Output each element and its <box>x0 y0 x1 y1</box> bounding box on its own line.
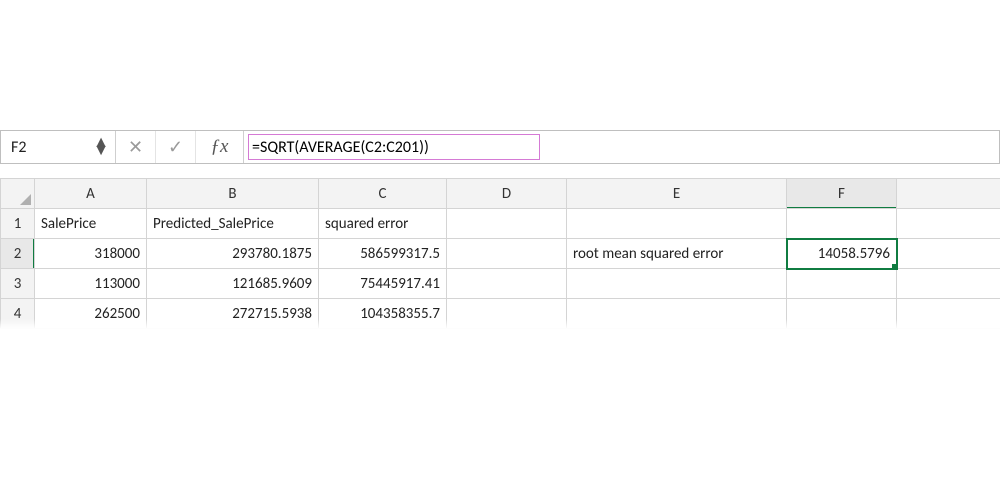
name-box-value: F2 <box>11 138 26 157</box>
name-box[interactable]: F2 ▲ ▼ <box>1 131 116 163</box>
cancel-formula-button[interactable]: ✕ <box>116 131 156 163</box>
col-header-F[interactable]: F <box>787 179 897 209</box>
cell-C2[interactable]: 586599317.5 <box>319 239 447 269</box>
name-box-spinner[interactable]: ▲ ▼ <box>93 139 109 155</box>
fx-icon: ƒx <box>211 136 229 158</box>
formula-bar: F2 ▲ ▼ ✕ ✓ ƒx <box>0 130 1000 164</box>
cell-G3[interactable] <box>897 269 1000 299</box>
table-row: 1 SalePrice Predicted_SalePrice squared … <box>1 209 1000 239</box>
cell-F1[interactable] <box>787 209 897 239</box>
col-header-G[interactable] <box>897 179 1000 209</box>
cell-E4[interactable] <box>567 299 787 329</box>
close-icon: ✕ <box>128 136 143 158</box>
cell-D1[interactable] <box>447 209 567 239</box>
cell-C4[interactable]: 104358355.7 <box>319 299 447 329</box>
cell-D4[interactable] <box>447 299 567 329</box>
spreadsheet-grid[interactable]: A B C D E F 1 SalePrice Predicted_SalePr… <box>0 178 1000 329</box>
col-header-C[interactable]: C <box>319 179 447 209</box>
row-header-1[interactable]: 1 <box>1 209 35 239</box>
spinner-down-icon[interactable]: ▼ <box>93 147 109 155</box>
table-row: 2 318000 293780.1875 586599317.5 root me… <box>1 239 1000 269</box>
row-header-3[interactable]: 3 <box>1 269 35 299</box>
select-all-corner[interactable] <box>1 179 35 209</box>
formula-input[interactable] <box>252 138 999 157</box>
cell-A1[interactable]: SalePrice <box>35 209 147 239</box>
accept-formula-button[interactable]: ✓ <box>156 131 196 163</box>
table-row: 3 113000 121685.9609 75445917.41 <box>1 269 1000 299</box>
cell-C1[interactable]: squared error <box>319 209 447 239</box>
insert-function-button[interactable]: ƒx <box>196 131 244 163</box>
cell-D3[interactable] <box>447 269 567 299</box>
cell-F4[interactable] <box>787 299 897 329</box>
table-row: 4 262500 272715.5938 104358355.7 <box>1 299 1000 329</box>
cell-F2[interactable]: 14058.5796 <box>787 239 897 269</box>
col-header-E[interactable]: E <box>567 179 787 209</box>
col-header-A[interactable]: A <box>35 179 147 209</box>
cell-A4[interactable]: 262500 <box>35 299 147 329</box>
col-header-B[interactable]: B <box>147 179 319 209</box>
cell-B2[interactable]: 293780.1875 <box>147 239 319 269</box>
cell-E1[interactable] <box>567 209 787 239</box>
cell-B4[interactable]: 272715.5938 <box>147 299 319 329</box>
cell-E2[interactable]: root mean squared error <box>567 239 787 269</box>
cell-D2[interactable] <box>447 239 567 269</box>
cell-B1[interactable]: Predicted_SalePrice <box>147 209 319 239</box>
check-icon: ✓ <box>168 136 183 158</box>
cell-A3[interactable]: 113000 <box>35 269 147 299</box>
cell-G1[interactable] <box>897 209 1000 239</box>
cell-B3[interactable]: 121685.9609 <box>147 269 319 299</box>
cell-A2[interactable]: 318000 <box>35 239 147 269</box>
row-header-2[interactable]: 2 <box>1 239 35 269</box>
cell-E3[interactable] <box>567 269 787 299</box>
formula-input-wrap[interactable] <box>244 131 999 163</box>
cell-C3[interactable]: 75445917.41 <box>319 269 447 299</box>
cell-G2[interactable] <box>897 239 1000 269</box>
row-header-4[interactable]: 4 <box>1 299 35 329</box>
cell-G4[interactable] <box>897 299 1000 329</box>
cell-F3[interactable] <box>787 269 897 299</box>
col-header-D[interactable]: D <box>447 179 567 209</box>
